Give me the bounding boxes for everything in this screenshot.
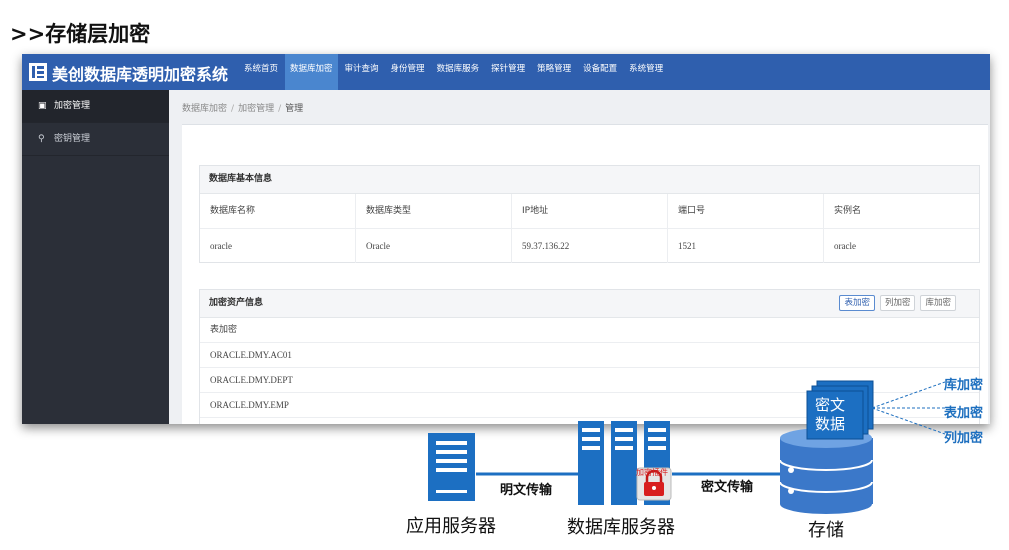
nav-policy[interactable]: 策略管理 — [532, 54, 576, 90]
db-server-icon — [578, 421, 670, 505]
nav-audit-query[interactable]: 审计查询 — [340, 54, 384, 90]
sidebar: ▣ 加密管理 ⚲ 密钥管理 — [22, 90, 169, 424]
table-encryption-button[interactable]: 表加密 — [839, 295, 875, 311]
cipher-data-label: 密文 数据 — [815, 396, 845, 434]
db-type-value: Oracle — [356, 229, 512, 263]
sidebar-item-encryption[interactable]: ▣ 加密管理 — [22, 90, 169, 123]
nav-system[interactable]: 系统管理 — [624, 54, 668, 90]
column-header: 端口号 — [668, 194, 824, 229]
nav-device-config[interactable]: 设备配置 — [578, 54, 622, 90]
app-title: 美创数据库透明加密系统 — [52, 65, 229, 84]
list-item[interactable]: ORACLE.DMY.EMP — [200, 393, 979, 418]
sidebar-item-label: 加密管理 — [54, 101, 91, 111]
encryption-type-buttons: 表加密 列加密 库加密 — [834, 295, 956, 311]
asset-info-header: 加密资产信息 表加密 列加密 库加密 — [200, 290, 979, 318]
list-item[interactable]: ORACLE.DMY.AC01 — [200, 343, 979, 368]
nav-db-encryption[interactable]: 数据库加密 — [285, 54, 338, 90]
db-name-value: oracle — [200, 229, 356, 263]
column-encryption-button[interactable]: 列加密 — [879, 295, 916, 311]
level-label-column: 列加密 — [944, 431, 984, 446]
plain-transfer-label: 明文传输 — [500, 483, 553, 498]
level-label-table: 表加密 — [944, 406, 984, 421]
storage-label: 存储 — [808, 520, 844, 541]
nav-identity[interactable]: 身份管理 — [386, 54, 430, 90]
instance-value: oracle — [834, 241, 856, 251]
db-info-value-row: oracle Oracle 59.37.136.22 1521 oracle — [200, 229, 979, 263]
storage-icon — [779, 428, 873, 514]
breadcrumb-current: 管理 — [285, 104, 304, 114]
breadcrumb: 数据库加密 / 加密管理 / 管理 — [182, 104, 304, 114]
cipher-data-line: 数据 — [815, 415, 846, 433]
column-header: IP地址 — [512, 194, 668, 229]
asset-info-title: 加密资产信息 — [209, 298, 264, 308]
top-navbar: 美创数据库透明加密系统 系统首页 数据库加密 审计查询 身份管理 数据库服务 探… — [22, 54, 990, 90]
sidebar-item-label: 密钥管理 — [54, 134, 91, 144]
lock-icon: ▣ — [38, 101, 47, 111]
cipher-transfer-label: 密文传输 — [701, 480, 754, 495]
ip-value: 59.37.136.22 — [512, 229, 668, 263]
nav-probe[interactable]: 探针管理 — [486, 54, 530, 90]
app-server-label: 应用服务器 — [406, 516, 496, 537]
cipher-data-line: 密文 — [815, 396, 846, 414]
plugin-label: 加密插件 — [636, 468, 668, 477]
sidebar-item-keys[interactable]: ⚲ 密钥管理 — [22, 123, 169, 156]
app-server-icon — [428, 433, 475, 501]
breadcrumb-item[interactable]: 加密管理 — [238, 104, 274, 114]
slide-title: >>存储层加密 — [10, 22, 151, 46]
app-screenshot: 美创数据库透明加密系统 系统首页 数据库加密 审计查询 身份管理 数据库服务 探… — [22, 54, 990, 424]
column-header: 实例名 — [824, 194, 979, 229]
database-encryption-button[interactable]: 库加密 — [920, 295, 956, 311]
column-header: 数据库名称 — [200, 194, 356, 229]
nav-db-service[interactable]: 数据库服务 — [432, 54, 485, 90]
level-label-database: 库加密 — [944, 378, 984, 393]
list-item[interactable]: ORACLE.DMY.DEPT — [200, 368, 979, 393]
main-nav: 系统首页 数据库加密 审计查询 身份管理 数据库服务 探针管理 策略管理 设备配… — [239, 54, 670, 90]
main-content: 数据库加密 / 加密管理 / 管理 数据库基本信息 数据库名称 数据库类型 IP地址 端… — [169, 90, 990, 424]
db-info-header-row: 数据库名称 数据库类型 IP地址 端口号 实例名 — [200, 194, 979, 229]
logo-icon — [29, 63, 47, 81]
breadcrumb-item[interactable]: 数据库加密 — [182, 104, 227, 114]
key-icon: ⚲ — [38, 134, 45, 144]
port-value: 1521 — [668, 229, 824, 263]
content-panel: 数据库基本信息 数据库名称 数据库类型 IP地址 端口号 实例名 oracle … — [182, 124, 988, 424]
list-header: 表加密 — [200, 318, 979, 343]
db-server-label: 数据库服务器 — [567, 517, 675, 538]
asset-info-card: 加密资产信息 表加密 列加密 库加密 表加密 ORACLE.DMY.AC01 O… — [199, 289, 980, 424]
db-info-card: 数据库基本信息 数据库名称 数据库类型 IP地址 端口号 实例名 oracle … — [199, 165, 980, 263]
column-header: 数据库类型 — [356, 194, 512, 229]
db-info-title: 数据库基本信息 — [200, 166, 979, 194]
nav-home[interactable]: 系统首页 — [239, 54, 283, 90]
